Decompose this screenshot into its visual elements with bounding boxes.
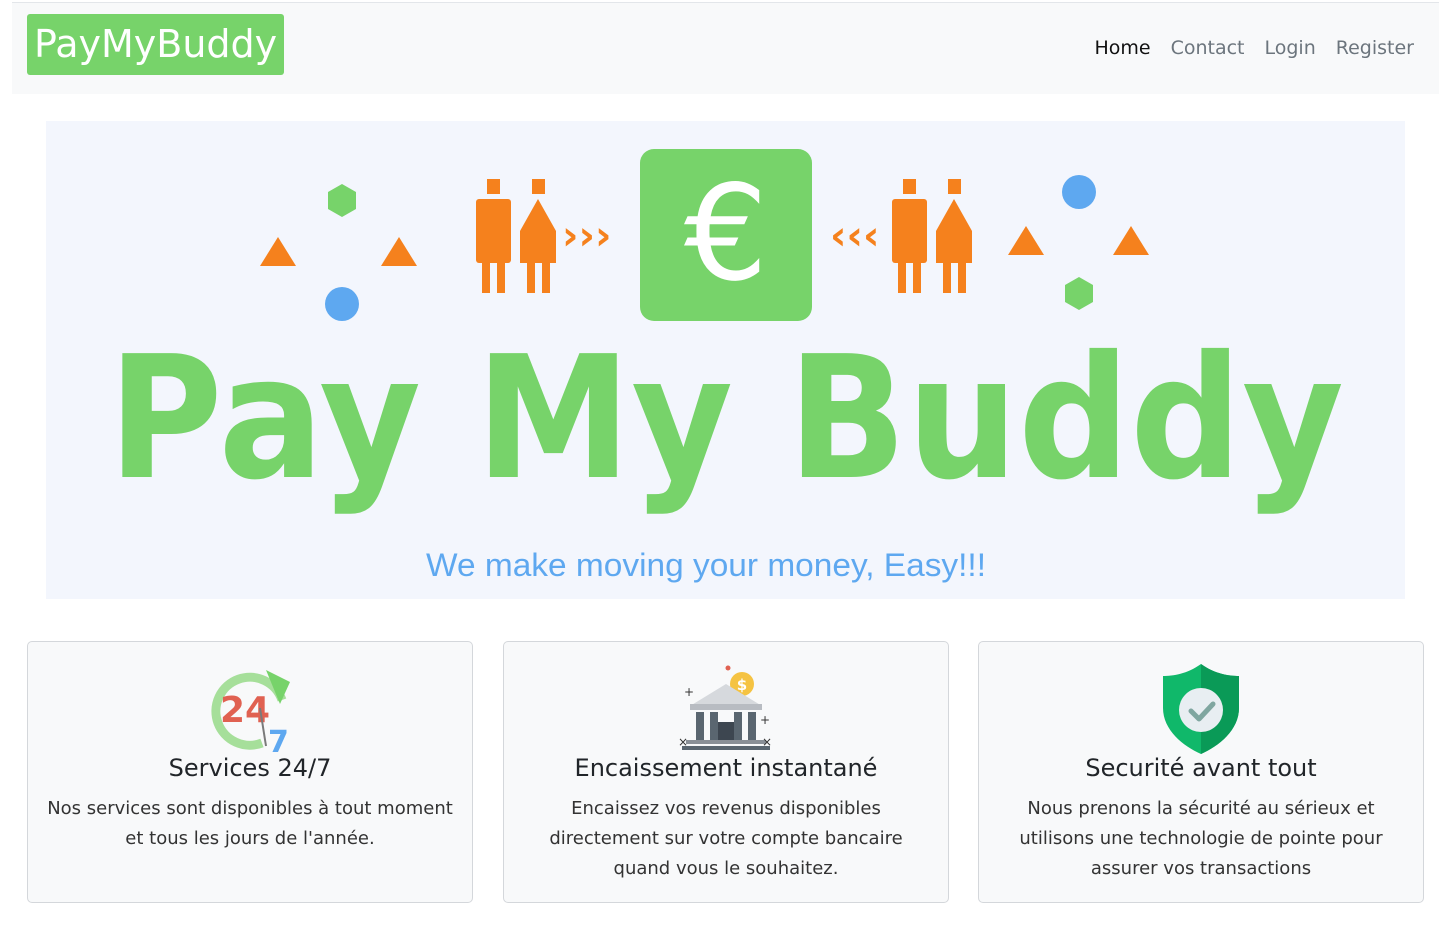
svg-text:›››: ›››	[562, 213, 611, 259]
feature-cards: 24 7 Services 24/7 Nos services sont dis…	[27, 641, 1424, 903]
card-text: Nos services sont disponibles à tout mom…	[47, 798, 453, 849]
feature-card-services: 24 7 Services 24/7 Nos services sont dis…	[27, 641, 473, 903]
clock-24-7-icon: 24 7	[211, 670, 290, 756]
card-title: Securité avant tout	[1085, 754, 1317, 782]
card-title: Encaissement instantané	[574, 754, 878, 782]
svg-text:$: $	[737, 676, 747, 694]
svg-text:+: +	[760, 713, 770, 727]
hero-graphic: ››› € ‹‹‹ Pay My Buddy We make moving yo…	[108, 149, 1344, 583]
svg-text:‹‹‹: ‹‹‹	[830, 213, 879, 259]
nav-link-home[interactable]: Home	[1094, 37, 1150, 59]
svg-text:+: +	[684, 685, 694, 699]
shield-check-icon	[1163, 664, 1239, 754]
svg-text:7: 7	[268, 725, 289, 756]
card-text: Encaissez vos revenus disponibles direct…	[549, 798, 903, 879]
euro-box-icon: €	[640, 149, 812, 321]
hero-tagline: We make moving your money, Easy!!!	[426, 547, 986, 583]
svg-text:×: ×	[762, 735, 772, 749]
nav-link-login[interactable]: Login	[1265, 37, 1316, 59]
bank-icon: $ + + × ×	[678, 665, 772, 750]
hero-banner: ››› € ‹‹‹ Pay My Buddy We make moving yo…	[46, 121, 1405, 599]
left-shapes-icon	[260, 184, 417, 321]
people-left-icon: ›››	[476, 179, 611, 293]
navbar: PayMyBuddy Home Contact Login Register	[12, 2, 1439, 94]
nav-link-contact[interactable]: Contact	[1171, 37, 1245, 59]
nav-link-register[interactable]: Register	[1336, 37, 1414, 59]
nav-links: Home Contact Login Register	[1094, 37, 1414, 59]
feature-card-securite: Securité avant tout Nous prenons la sécu…	[978, 641, 1424, 903]
card-text: Nous prenons la sécurité au sérieux et u…	[1019, 798, 1383, 879]
brand-logo[interactable]: PayMyBuddy	[27, 14, 285, 75]
people-right-icon: ‹‹‹	[830, 179, 972, 293]
svg-text:×: ×	[678, 735, 688, 749]
right-shapes-icon	[1008, 175, 1149, 310]
hero-logo-text: Pay My Buddy	[108, 320, 1344, 518]
card-title: Services 24/7	[168, 754, 332, 782]
feature-card-encaissement: $ + + × × Encaissement instantané Encais…	[503, 641, 949, 903]
euro-symbol: €	[684, 157, 768, 311]
